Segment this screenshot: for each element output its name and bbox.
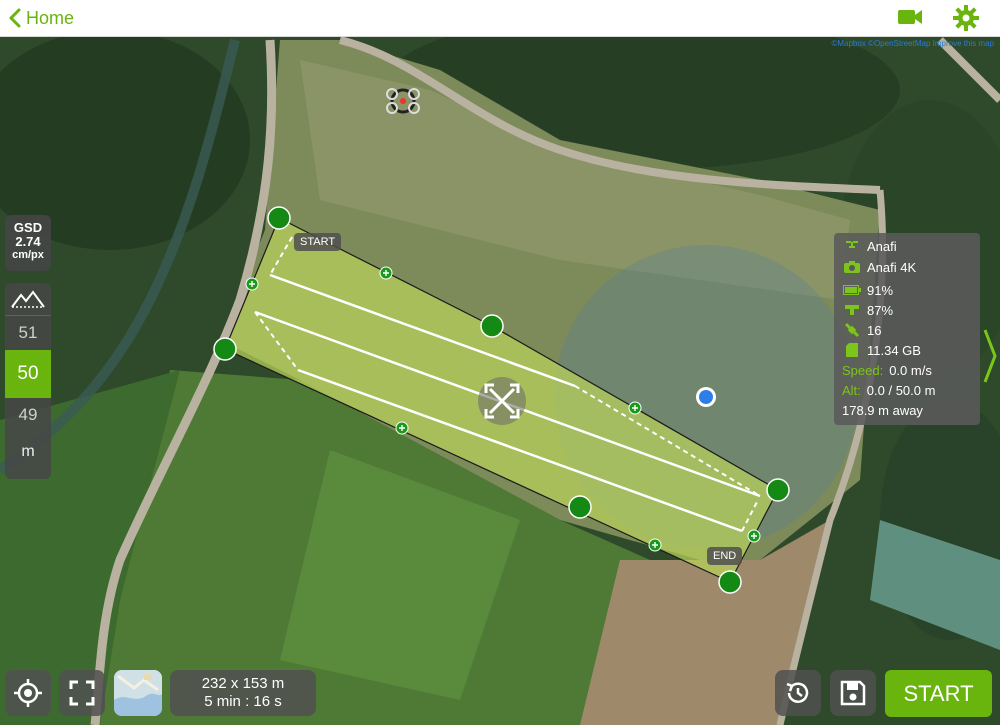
locate-button[interactable] (5, 670, 51, 716)
camera-icon (842, 260, 862, 274)
mission-summary: 232 x 153 m 5 min : 16 s (170, 670, 316, 716)
add-waypoint-icon[interactable] (245, 277, 259, 291)
distance-value: 178.9 m away (842, 402, 923, 418)
gsd-unit: cm/px (12, 249, 44, 261)
crosshair-icon (14, 679, 42, 707)
start-mission-button[interactable]: START (885, 670, 992, 717)
gsd-title: GSD (13, 220, 43, 235)
add-waypoint-icon[interactable] (395, 421, 409, 435)
mission-duration: 5 min : 16 s (204, 693, 282, 710)
battery-row: 91% (842, 281, 893, 299)
speed-value: 0.0 m/s (889, 362, 932, 378)
altitude-option[interactable]: 51 (5, 316, 51, 350)
fullscreen-icon (69, 680, 95, 706)
alt-label: Alt: (842, 382, 861, 398)
home-label: Home (26, 7, 75, 28)
fullscreen-button[interactable] (59, 670, 105, 716)
alt-row: Alt: 0.0 / 50.0 m (842, 381, 935, 399)
add-waypoint-icon[interactable] (648, 538, 662, 552)
start-tag: START (294, 233, 342, 251)
corner-waypoint[interactable] (766, 478, 790, 502)
map-type-button[interactable] (114, 670, 162, 716)
home-back-button[interactable]: Home (8, 5, 74, 31)
reset-icon (786, 682, 809, 703)
satellite-count: 16 (867, 322, 882, 338)
save-button[interactable] (830, 670, 876, 716)
drone-name: Anafi (867, 238, 897, 254)
chevron-left-icon (9, 8, 21, 28)
drone-info-panel: Anafi Anafi 4K 91% 87% 16 11.34 GB Speed… (834, 233, 980, 425)
speed-row: Speed: 0.0 m/s (842, 361, 932, 379)
gimbal-row: 87% (842, 301, 893, 319)
alt-value: 0.0 / 50.0 m (866, 382, 936, 398)
distance-row: 178.9 m away (842, 401, 923, 419)
gear-icon[interactable] (952, 4, 980, 37)
mission-dimensions: 232 x 153 m (201, 675, 285, 692)
storage-value: 11.34 GB (867, 342, 921, 358)
satellite-row: 16 (842, 321, 881, 339)
battery-icon (842, 285, 862, 295)
altitude-selected[interactable]: 50 (5, 350, 51, 398)
drone-icon (842, 239, 862, 253)
add-waypoint-icon[interactable] (379, 266, 393, 280)
map-thumbnail-icon (114, 670, 162, 716)
panel-toggle-chevron-icon[interactable] (983, 328, 997, 389)
altitude-picker[interactable]: 51 50 49 m (5, 283, 51, 479)
reset-button[interactable] (775, 670, 821, 716)
save-icon (840, 680, 866, 706)
video-camera-icon[interactable] (897, 6, 923, 33)
camera-row: Anafi 4K (842, 258, 916, 276)
corner-waypoint[interactable] (267, 206, 291, 230)
mountain-icon (5, 283, 51, 316)
battery-value: 91% (867, 282, 894, 298)
top-bar: Home (0, 0, 1000, 37)
controller-icon (842, 304, 862, 316)
add-waypoint-icon[interactable] (747, 529, 761, 543)
storage-row: 11.34 GB (842, 341, 921, 359)
corner-waypoint[interactable] (718, 570, 742, 594)
corner-waypoint[interactable] (213, 337, 237, 361)
add-waypoint-icon[interactable] (628, 401, 642, 415)
altitude-unit: m (21, 443, 35, 460)
drone-row: Anafi (842, 237, 897, 255)
camera-name: Anafi 4K (867, 259, 917, 275)
end-tag: END (707, 547, 743, 565)
gsd-panel: GSD 2.74 cm/px (5, 215, 51, 271)
sd-card-icon (842, 342, 862, 358)
corner-waypoint[interactable] (480, 314, 504, 338)
corner-waypoint[interactable] (568, 495, 592, 519)
altitude-option[interactable]: 49 (5, 398, 51, 432)
gimbal-value: 87% (867, 302, 894, 318)
gsd-value: 2.74 (15, 234, 41, 249)
speed-label: Speed: (842, 362, 884, 378)
satellite-icon (842, 322, 862, 338)
